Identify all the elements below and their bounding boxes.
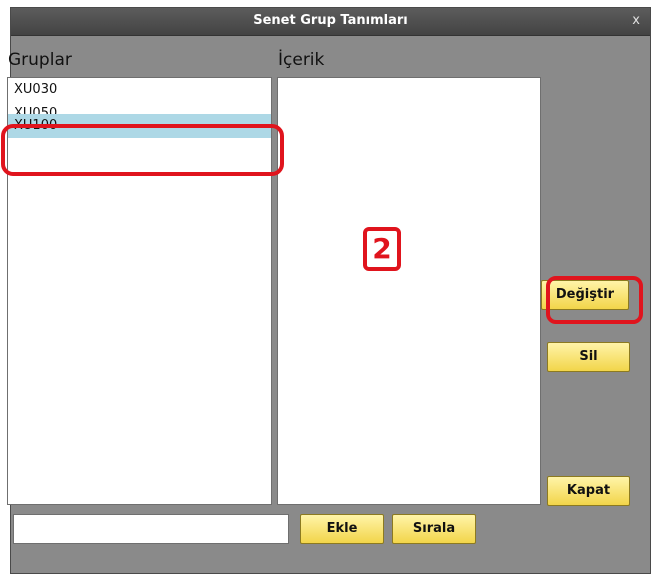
list-item[interactable]: XU030 bbox=[8, 78, 271, 102]
close-icon[interactable]: x bbox=[632, 13, 640, 28]
content-list[interactable] bbox=[277, 77, 541, 505]
list-item[interactable]: XU050 bbox=[8, 102, 271, 114]
new-group-input[interactable] bbox=[13, 514, 289, 544]
groups-header: Gruplar bbox=[8, 50, 72, 70]
step-badge: 2 bbox=[363, 227, 401, 271]
close-button[interactable]: Kapat bbox=[547, 476, 630, 506]
title-bar[interactable]: Senet Grup Tanımları x bbox=[11, 8, 650, 36]
sort-button[interactable]: Sırala bbox=[392, 514, 476, 544]
highlight-selected-group bbox=[1, 124, 284, 176]
add-button[interactable]: Ekle bbox=[300, 514, 384, 544]
content-header: İçerik bbox=[278, 50, 325, 70]
window-title: Senet Grup Tanımları bbox=[253, 13, 408, 28]
highlight-change-button bbox=[546, 276, 643, 324]
delete-button[interactable]: Sil bbox=[547, 342, 630, 372]
